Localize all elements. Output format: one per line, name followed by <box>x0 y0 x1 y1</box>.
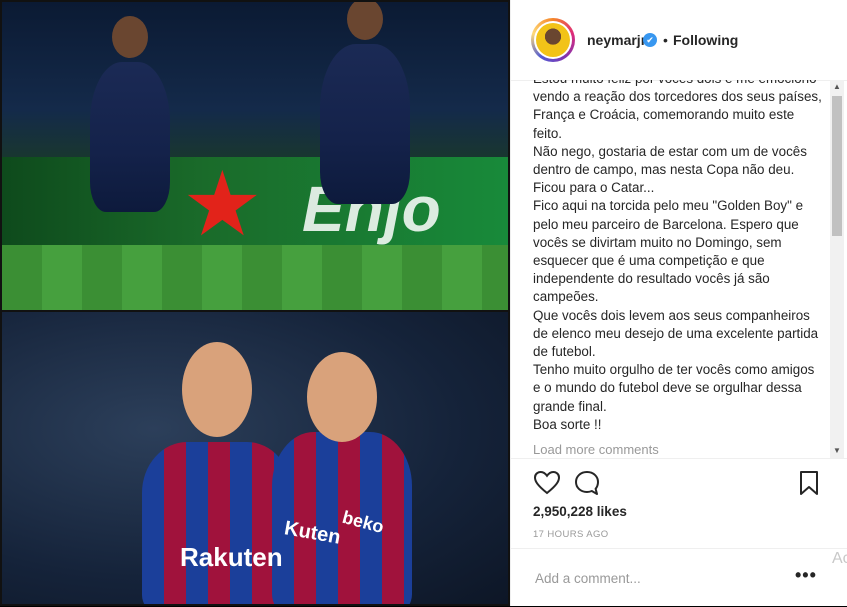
avatar[interactable] <box>531 18 575 62</box>
ad-star-icon: ★ <box>182 152 263 257</box>
likes-count[interactable]: 2,950,228 likes <box>533 504 627 519</box>
caption-scrollbar[interactable]: ▲ ▼ <box>830 80 844 458</box>
scroll-down-arrow-icon[interactable]: ▼ <box>830 444 844 458</box>
avatar-frame <box>534 21 572 59</box>
post-header: neymarjr ✔ • Following <box>511 0 847 81</box>
comment-bar: ••• <box>511 548 847 607</box>
heart-icon[interactable] <box>533 469 561 497</box>
player-rakitic <box>142 342 292 604</box>
comment-icon[interactable] <box>573 469 601 497</box>
photo-psg-players: ★ Enjo <box>2 2 508 310</box>
player-right-head <box>347 2 383 40</box>
instagram-post: ★ Enjo Rakuten Kuten beko neymarjr ✔ • F… <box>0 0 847 606</box>
post-side-panel: neymarjr ✔ • Following Estou muito feliz… <box>510 0 847 606</box>
photo-barca-players: Rakuten Kuten beko <box>2 312 508 604</box>
more-options-icon[interactable]: ••• <box>795 565 817 586</box>
post-actions: 2,950,228 likes 17 HOURS AGO <box>511 458 847 549</box>
load-more-comments-link[interactable]: Load more comments <box>533 442 833 457</box>
player-left <box>90 16 170 212</box>
bookmark-icon[interactable] <box>797 469 821 497</box>
add-comment-input[interactable] <box>533 567 787 589</box>
post-caption: Estou muito feliz por vocês dois e me em… <box>533 80 822 432</box>
activate-windows-watermark: Ac <box>832 550 847 567</box>
player-neymar-face <box>307 352 377 442</box>
following-button[interactable]: Following <box>673 32 738 48</box>
avatar-image <box>536 23 570 57</box>
post-photo[interactable]: ★ Enjo Rakuten Kuten beko <box>0 0 510 606</box>
player-right <box>320 2 410 204</box>
player-left-head <box>112 16 148 58</box>
player-rakitic-face <box>182 342 252 437</box>
post-timestamp[interactable]: 17 HOURS AGO <box>533 529 609 540</box>
username-link[interactable]: neymarjr <box>587 32 646 48</box>
verified-badge-icon: ✔ <box>643 33 657 47</box>
sponsor-left: Rakuten <box>180 542 283 572</box>
caption-scroll-area[interactable]: Estou muito feliz por vocês dois e me em… <box>533 80 833 458</box>
scrollbar-thumb[interactable] <box>832 96 842 236</box>
pitch <box>2 245 508 310</box>
header-separator: • <box>663 32 668 48</box>
scroll-up-arrow-icon[interactable]: ▲ <box>830 80 844 94</box>
